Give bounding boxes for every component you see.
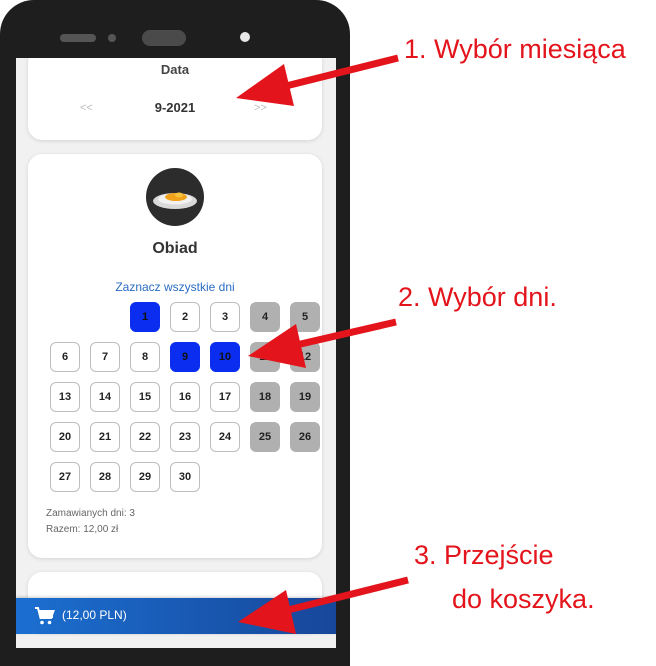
day-3-button[interactable]: 3 <box>210 302 240 332</box>
shopping-cart-icon <box>34 606 56 626</box>
day-18-button: 18 <box>250 382 280 412</box>
ordered-days-count: Zamawianych dni: 3 <box>46 508 135 519</box>
day-24-button[interactable]: 24 <box>210 422 240 452</box>
day-27-button[interactable]: 27 <box>50 462 80 492</box>
day-23-button[interactable]: 23 <box>170 422 200 452</box>
annotation-step2: 2. Wybór dni. <box>398 282 557 312</box>
day-7-button[interactable]: 7 <box>90 342 120 372</box>
day-21-button[interactable]: 21 <box>90 422 120 452</box>
day-6-button[interactable]: 6 <box>50 342 80 372</box>
day-15-button[interactable]: 15 <box>130 382 160 412</box>
earpiece <box>142 30 186 46</box>
next-month-button[interactable]: >> <box>254 102 267 114</box>
prev-month-button[interactable]: << <box>80 102 93 114</box>
selected-month: 9-2021 <box>154 100 196 115</box>
day-calendar: 1 2 3 4 5 6 7 8 9 10 11 12 13 14 15 16 17 18 19 20 21 22 23 24 2… <box>28 154 322 558</box>
day-8-button[interactable]: 8 <box>130 342 160 372</box>
day-11-button: 11 <box>250 342 280 372</box>
speaker-grille <box>60 34 96 42</box>
cart-total-label: (12,00 PLN) <box>62 608 127 622</box>
app-screen: Data 9-2021 << >> Obiad Zaznacz wszystki… <box>16 58 336 648</box>
order-total: Razem: 12,00 zł <box>46 524 119 535</box>
day-19-button: 19 <box>290 382 320 412</box>
meal-card: Obiad Zaznacz wszystkie dni 1 2 3 4 5 6 7 8 9 10 1… <box>28 154 322 558</box>
order-summary: Zamawianych dni: 3 Razem: 12,00 zł <box>46 506 135 538</box>
day-22-button[interactable]: 22 <box>130 422 160 452</box>
day-2-button[interactable]: 2 <box>170 302 200 332</box>
cart-button[interactable]: (12,00 PLN) <box>16 598 336 634</box>
day-10-button[interactable]: 10 <box>210 342 240 372</box>
annotation-step1: 1. Wybór miesiąca <box>404 34 626 64</box>
day-1-button[interactable]: 1 <box>130 302 160 332</box>
day-12-button: 12 <box>290 342 320 372</box>
month-selector: 9-2021 << >> <box>28 100 322 120</box>
annotation-step3-line2: do koszyka. <box>452 584 595 614</box>
date-picker-card: Data 9-2021 << >> <box>28 58 322 140</box>
day-29-button[interactable]: 29 <box>130 462 160 492</box>
day-30-button[interactable]: 30 <box>170 462 200 492</box>
day-14-button[interactable]: 14 <box>90 382 120 412</box>
date-title: Data <box>160 62 190 77</box>
day-13-button[interactable]: 13 <box>50 382 80 412</box>
front-camera <box>240 32 250 42</box>
phone-frame: Data 9-2021 << >> Obiad Zaznacz wszystki… <box>0 0 350 666</box>
day-9-button[interactable]: 9 <box>170 342 200 372</box>
day-17-button[interactable]: 17 <box>210 382 240 412</box>
day-16-button[interactable]: 16 <box>170 382 200 412</box>
day-4-button: 4 <box>250 302 280 332</box>
sensor-dot <box>108 34 116 42</box>
day-26-button: 26 <box>290 422 320 452</box>
day-5-button: 5 <box>290 302 320 332</box>
day-20-button[interactable]: 20 <box>50 422 80 452</box>
day-25-button: 25 <box>250 422 280 452</box>
day-28-button[interactable]: 28 <box>90 462 120 492</box>
annotation-step3-line1: 3. Przejście <box>414 540 554 570</box>
